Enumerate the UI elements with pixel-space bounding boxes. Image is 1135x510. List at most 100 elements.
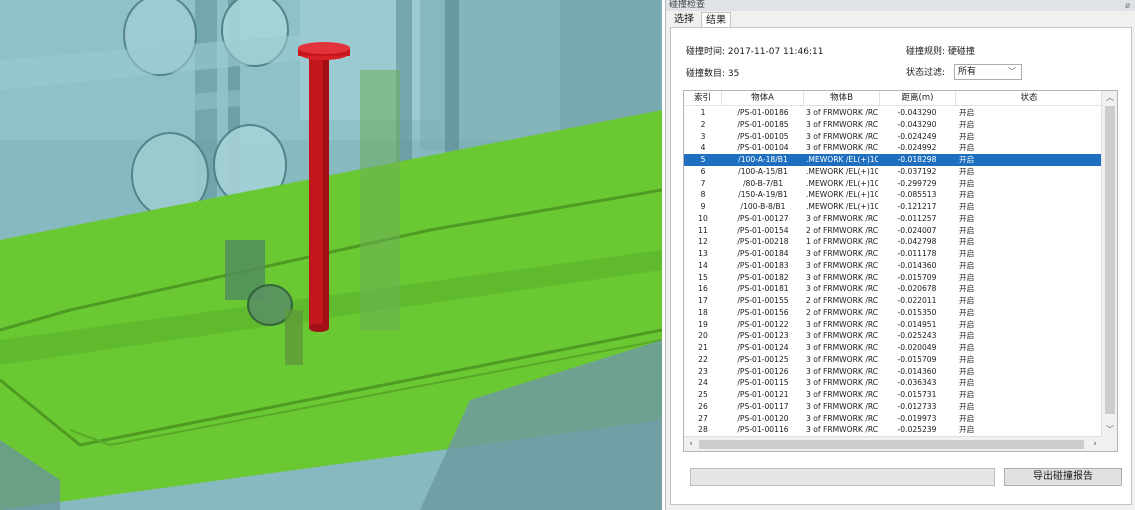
cell-status: 开启 [959,390,975,399]
cell-object-b: 3 of FRMWORK /RC [806,319,878,329]
cell-status: 开启 [959,413,975,423]
cell-object-b: 3 of FRMWORK /RC [806,413,878,423]
cell-object-a: /100-A-18/B1 [738,155,788,164]
horizontal-scrollbar[interactable]: ‹ › [684,436,1102,451]
cell-index: 5 [700,155,706,164]
cell-index: 25 [698,390,708,399]
table-row[interactable]: 2/PS-01-00185 3 of FRMWORK /RC -0.043290 开启 [684,119,1102,131]
cell-status: 开启 [959,166,975,176]
pin-icon[interactable]: ø [1125,0,1130,11]
table-row[interactable]: 6/100-A-15/B1 .MEWORK /EL(+)10 -0.037192 开启 [684,166,1102,178]
cell-object-b: 1 of FRMWORK /RC [806,237,878,247]
cell-index: 14 [698,260,708,270]
table-row[interactable]: 27/PS-01-00120 3 of FRMWORK /RC -0.019973 开… [684,413,1102,425]
cell-status: 开启 [959,425,975,435]
header-object-b[interactable]: 物体B [804,91,880,106]
cell-object-a: /PS-01-00184 [737,249,789,258]
vertical-scroll-thumb[interactable] [1105,106,1115,414]
table-row[interactable]: 10/PS-01-00127 3 of FRMWORK /RC -0.011257 开… [684,213,1102,225]
table-row[interactable]: 18/PS-01-00156 2 of FRMWORK /RC -0.015350 开… [684,307,1102,319]
cell-index: 7 [700,178,706,188]
cell-distance: -0.042798 [897,237,937,247]
cell-object-a: /PS-01-00155 [737,296,789,305]
chevron-left-icon[interactable]: ‹ [684,437,698,451]
table-row[interactable]: 13/PS-01-00184 3 of FRMWORK /RC -0.011178 开… [684,248,1102,260]
cell-index: 24 [698,378,708,388]
cell-distance: -0.011257 [897,213,937,223]
header-status[interactable]: 状态 [956,91,1102,106]
cell-distance: -0.085513 [897,190,937,200]
table-row[interactable]: 16/PS-01-00181 3 of FRMWORK /RC -0.020678 开… [684,283,1102,295]
table-row[interactable]: 26/PS-01-00117 3 of FRMWORK /RC -0.012733 开… [684,401,1102,413]
cell-object-a: /PS-01-00122 [737,319,789,329]
cell-status: 开启 [959,119,975,129]
cell-object-b: 3 of FRMWORK /RC [806,284,878,294]
cell-object-b: 3 of FRMWORK /RC [806,378,878,388]
chevron-down-icon: ﹀ [1008,67,1016,76]
table-row[interactable]: 19/PS-01-00122 3 of FRMWORK /RC -0.014951 开… [684,319,1102,331]
table-row[interactable]: 22/PS-01-00125 3 of FRMWORK /RC -0.015709 开… [684,354,1102,366]
vertical-scrollbar[interactable]: ︿ ﹀ [1101,91,1117,437]
cell-object-b: 3 of FRMWORK /RC [806,401,878,411]
chevron-right-icon[interactable]: › [1088,437,1102,451]
table-row[interactable]: 23/PS-01-00126 3 of FRMWORK /RC -0.014360 开… [684,366,1102,378]
cell-index: 16 [698,284,708,294]
cell-object-a: /PS-01-00116 [737,425,789,435]
cell-object-a: /150-A-19/B1 [738,190,788,200]
header-object-a[interactable]: 物体A [722,91,804,106]
status-filter-select[interactable]: 所有 ﹀ [954,64,1022,80]
chevron-up-icon[interactable]: ︿ [1102,91,1117,105]
cell-index: 21 [698,343,708,352]
table-row[interactable]: 21/PS-01-00124 3 of FRMWORK /RC -0.020049 开… [684,342,1102,354]
cell-index: 26 [698,401,708,411]
header-distance[interactable]: 距离(m) [880,91,956,106]
table-row[interactable]: 9/100-B-8/B1 .MEWORK /EL(+)10 -0.121217 开启 [684,201,1102,213]
table-row[interactable]: 1/PS-01-00186 3 of FRMWORK /RC -0.043290 开启 [684,107,1102,119]
cell-status: 开启 [959,213,975,223]
cell-distance: -0.022011 [897,296,937,305]
table-row[interactable]: 20/PS-01-00123 3 of FRMWORK /RC -0.025243 开… [684,330,1102,342]
cell-distance: -0.014951 [897,319,937,329]
cell-index: 4 [700,143,706,153]
cell-status: 开启 [959,354,975,364]
cell-status: 开启 [959,190,975,200]
table-row[interactable]: 25/PS-01-00121 3 of FRMWORK /RC -0.015731 开… [684,389,1102,401]
table-row[interactable]: 12/PS-01-00218 1 of FRMWORK /RC -0.042798 开… [684,236,1102,248]
tab-select[interactable]: 选择 [670,12,698,27]
cell-object-b: 3 of FRMWORK /RC [806,390,878,399]
chevron-down-icon[interactable]: ﹀ [1102,423,1117,437]
table-row[interactable]: 11/PS-01-00154 2 of FRMWORK /RC -0.024007 开… [684,225,1102,237]
table-row[interactable]: 17/PS-01-00155 2 of FRMWORK /RC -0.022011 开… [684,295,1102,307]
table-row[interactable]: 7/80-B-7/B1 .MEWORK /EL(+)10 -0.299729 开启 [684,178,1102,190]
cell-status: 开启 [959,378,975,388]
table-row[interactable]: 24/PS-01-00115 3 of FRMWORK /RC -0.036343 开… [684,377,1102,389]
horizontal-scroll-thumb[interactable] [699,440,1084,449]
table-row[interactable]: 14/PS-01-00183 3 of FRMWORK /RC -0.014360 开… [684,260,1102,272]
cell-index: 8 [700,190,706,200]
cell-index: 9 [700,202,706,211]
model-3d-viewport[interactable] [0,0,662,510]
tab-results[interactable]: 结果 [701,12,731,28]
cell-distance: -0.024992 [897,143,937,153]
cell-index: 10 [698,213,708,223]
cell-object-b: .MEWORK /EL(+)10 [806,166,878,176]
cell-status: 开启 [959,260,975,270]
table-row[interactable]: 4/PS-01-00104 3 of FRMWORK /RC -0.024992 开启 [684,142,1102,154]
cell-distance: -0.024249 [897,131,937,141]
cell-object-b: .MEWORK /EL(+)10 [806,190,878,200]
cell-distance: -0.025239 [897,425,937,435]
cell-object-a: /PS-01-00121 [737,390,789,399]
table-row[interactable]: 8/150-A-19/B1 .MEWORK /EL(+)10 -0.085513 开启 [684,189,1102,201]
cell-distance: -0.015709 [897,354,937,364]
table-header: 索引 物体A 物体B 距离(m) 状态 [684,91,1102,106]
panel-title-bar: 碰撞检查 ø [666,0,1135,11]
table-row[interactable]: 15/PS-01-00182 3 of FRMWORK /RC -0.015709 开… [684,272,1102,284]
table-row[interactable]: 28/PS-01-00116 3 of FRMWORK /RC -0.025239 开… [684,424,1102,436]
cell-object-b: 2 of FRMWORK /RC [806,307,878,317]
table-row[interactable]: 5/100-A-18/B1 .MEWORK /EL(+)10 -0.018298 开启 [684,154,1102,166]
header-index[interactable]: 索引 [684,91,722,106]
cell-status: 开启 [959,237,975,247]
cell-object-a: /100-A-15/B1 [738,166,788,176]
table-row[interactable]: 3/PS-01-00105 3 of FRMWORK /RC -0.024249 开启 [684,131,1102,143]
export-clash-report-button[interactable]: 导出碰撞报告 [1004,468,1122,486]
